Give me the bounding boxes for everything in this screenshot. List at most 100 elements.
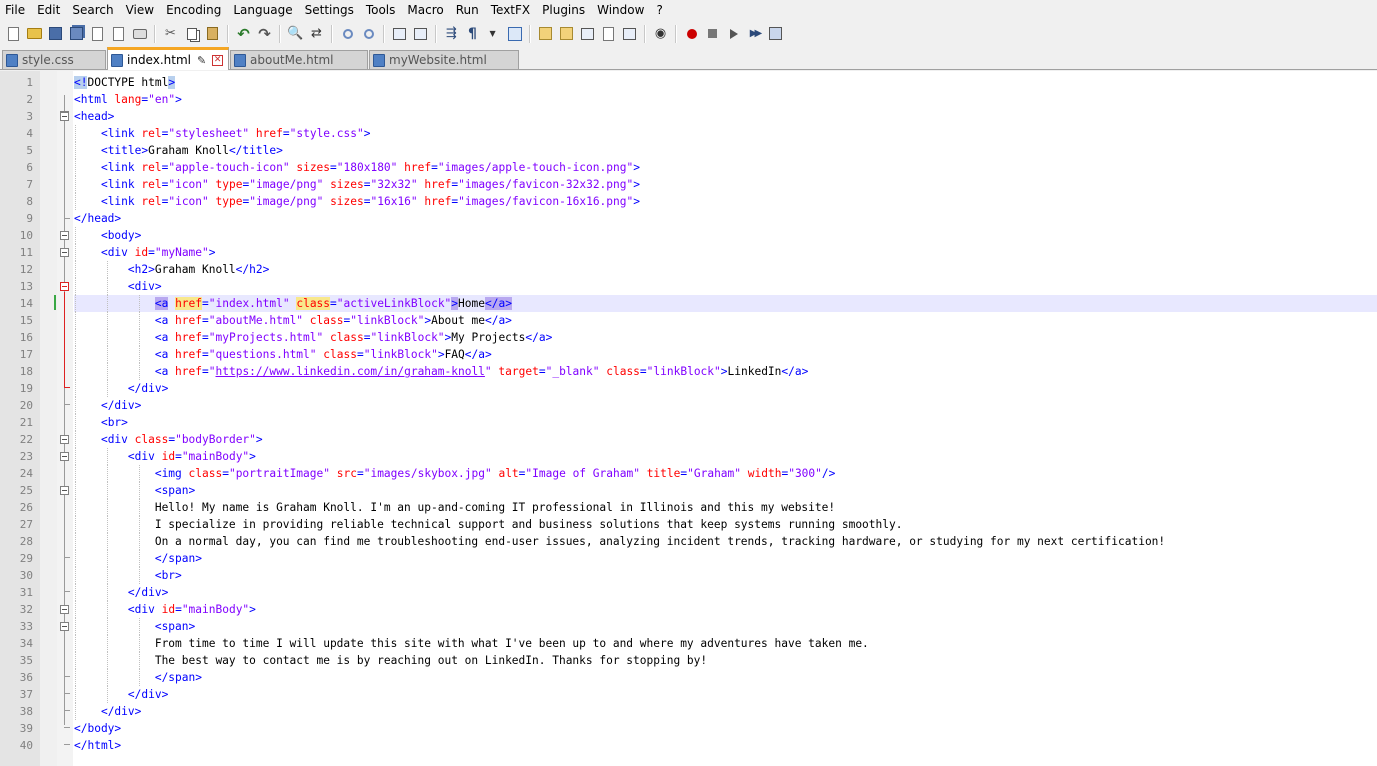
function-list-icon[interactable] — [580, 26, 596, 42]
code-line[interactable]: The best way to contact me is by reachin… — [74, 652, 1377, 669]
menu-settings[interactable]: Settings — [299, 0, 360, 21]
user-lang-icon[interactable] — [538, 26, 554, 42]
code-line[interactable]: <div id="mainBody"> — [74, 601, 1377, 618]
code-line[interactable]: </div> — [74, 686, 1377, 703]
save-all-icon[interactable] — [69, 26, 85, 42]
print-icon[interactable] — [132, 26, 148, 42]
code-line[interactable]: <span> — [74, 482, 1377, 499]
fold-toggle-mainbody-2[interactable] — [60, 605, 69, 614]
menu-tools[interactable]: Tools — [360, 0, 402, 21]
paste-icon[interactable] — [205, 26, 221, 42]
code-line[interactable]: <link rel="apple-touch-icon" sizes="180x… — [74, 159, 1377, 176]
copy-icon[interactable] — [184, 26, 200, 42]
code-line[interactable]: <img class="portraitImage" src="images/s… — [74, 465, 1377, 482]
save-icon[interactable] — [48, 26, 64, 42]
code-line[interactable]: <link rel="stylesheet" href="style.css"> — [74, 125, 1377, 142]
code-line[interactable]: On a normal day, you can find me trouble… — [74, 533, 1377, 550]
menu-textfx[interactable]: TextFX — [485, 0, 536, 21]
code-line[interactable]: <div class="bodyBorder"> — [74, 431, 1377, 448]
menu-encoding[interactable]: Encoding — [160, 0, 227, 21]
pin-icon[interactable]: ✎ — [197, 54, 206, 67]
menu-help[interactable]: ? — [650, 0, 668, 21]
code-line[interactable]: <a href="aboutMe.html" class="linkBlock"… — [74, 312, 1377, 329]
monitor-icon[interactable] — [622, 26, 638, 42]
menu-language[interactable]: Language — [227, 0, 298, 21]
menu-run[interactable]: Run — [450, 0, 485, 21]
fold-margin[interactable] — [57, 71, 73, 766]
menu-search[interactable]: Search — [66, 0, 119, 21]
fold-toggle-span[interactable] — [60, 486, 69, 495]
menu-file[interactable]: File — [0, 0, 31, 21]
code-line[interactable]: <br> — [74, 414, 1377, 431]
close-icon[interactable]: ✕ — [212, 54, 224, 66]
tab-mywebsite-html[interactable]: myWebsite.html — [369, 50, 519, 69]
code-line[interactable]: <span> — [74, 618, 1377, 635]
save-macro-icon[interactable] — [768, 26, 784, 42]
code-line[interactable]: <div id="myName"> — [74, 244, 1377, 261]
code-area[interactable]: <!DOCTYPE html> <html lang="en"> <head> <l… — [74, 74, 1377, 754]
open-folder-icon[interactable] — [27, 26, 43, 42]
fold-toggle-span-2[interactable] — [60, 622, 69, 631]
code-line[interactable]: <div id="mainBody"> — [74, 448, 1377, 465]
code-line[interactable]: <html lang="en"> — [74, 91, 1377, 108]
code-line[interactable]: <br> — [74, 567, 1377, 584]
code-line[interactable]: <link rel="icon" type="image/png" sizes=… — [74, 176, 1377, 193]
run-macro-multiple-icon[interactable]: ▶▶ — [747, 26, 763, 42]
code-editor[interactable]: 1 2 3 4 5 6 7 8 9 10 11 12 13 14 15 16 17 18 19 20 21 22 23 24 2… — [0, 71, 1377, 766]
cut-icon[interactable]: ✂ — [163, 26, 179, 42]
close-all-icon[interactable] — [111, 26, 127, 42]
menu-window[interactable]: Window — [591, 0, 650, 21]
fold-toggle-head[interactable] — [60, 112, 69, 121]
play-macro-icon[interactable] — [726, 26, 742, 42]
chevron-down-icon[interactable]: ▼ — [486, 26, 502, 42]
code-line[interactable]: </div> — [74, 380, 1377, 397]
fold-toggle-div-links[interactable] — [60, 282, 69, 291]
fold-toggle-body[interactable] — [60, 231, 69, 240]
menu-macro[interactable]: Macro — [401, 0, 449, 21]
tab-style-css[interactable]: style.css — [2, 50, 106, 69]
code-line[interactable]: <div> — [74, 278, 1377, 295]
close-icon[interactable] — [90, 26, 106, 42]
new-file-icon[interactable] — [6, 26, 22, 42]
code-line[interactable]: <a href="index.html" class="activeLinkBl… — [74, 295, 1377, 312]
code-line[interactable]: <head> — [74, 108, 1377, 125]
indent-guide-icon[interactable] — [507, 26, 523, 42]
code-line[interactable]: </div> — [74, 584, 1377, 601]
eye-icon[interactable]: ◉ — [653, 26, 669, 42]
tab-index-html[interactable]: index.html ✎ ✕ — [107, 47, 229, 70]
menu-edit[interactable]: Edit — [31, 0, 66, 21]
menu-plugins[interactable]: Plugins — [536, 0, 591, 21]
fold-toggle-bodyborder[interactable] — [60, 435, 69, 444]
code-line[interactable]: Hello! My name is Graham Knoll. I'm an u… — [74, 499, 1377, 516]
code-line[interactable]: <a href="questions.html" class="linkBloc… — [74, 346, 1377, 363]
zoom-out-icon[interactable] — [361, 26, 377, 42]
code-line[interactable]: <a href="myProjects.html" class="linkBlo… — [74, 329, 1377, 346]
code-line[interactable]: <h2>Graham Knoll</h2> — [74, 261, 1377, 278]
code-line[interactable]: <body> — [74, 227, 1377, 244]
code-line[interactable]: I specialize in providing reliable techn… — [74, 516, 1377, 533]
stop-record-icon[interactable] — [705, 26, 721, 42]
code-line[interactable]: </html> — [74, 737, 1377, 754]
code-line[interactable]: <!DOCTYPE html> — [74, 74, 1377, 91]
code-line[interactable]: </head> — [74, 210, 1377, 227]
code-line[interactable]: From time to time I will update this sit… — [74, 635, 1377, 652]
doc-map-icon[interactable] — [559, 26, 575, 42]
fold-toggle-div-myname[interactable] — [60, 248, 69, 257]
redo-icon[interactable]: ↷ — [257, 26, 273, 42]
folder-workspace-icon[interactable] — [601, 26, 617, 42]
code-line[interactable]: </div> — [74, 703, 1377, 720]
word-wrap-icon[interactable]: ⇶ — [444, 26, 460, 42]
zoom-in-icon[interactable] — [340, 26, 356, 42]
replace-icon[interactable]: ⇄ — [309, 26, 325, 42]
code-line[interactable]: </span> — [74, 550, 1377, 567]
undo-icon[interactable]: ↶ — [236, 26, 252, 42]
menu-view[interactable]: View — [120, 0, 160, 21]
bookmark-margin[interactable] — [40, 71, 57, 766]
code-line[interactable]: </div> — [74, 397, 1377, 414]
code-line[interactable]: </body> — [74, 720, 1377, 737]
record-macro-icon[interactable] — [684, 26, 700, 42]
code-line[interactable]: <link rel="icon" type="image/png" sizes=… — [74, 193, 1377, 210]
sync-horizontal-icon[interactable] — [413, 26, 429, 42]
fold-toggle-mainbody[interactable] — [60, 452, 69, 461]
find-icon[interactable]: 🔍 — [287, 26, 303, 42]
